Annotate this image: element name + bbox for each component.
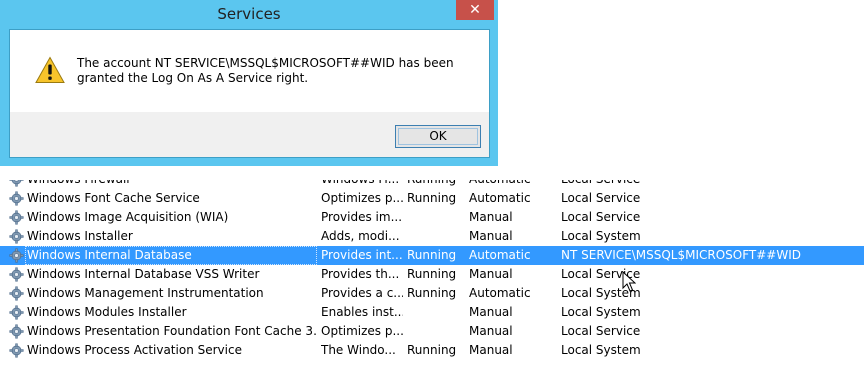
service-status: Running xyxy=(407,286,457,300)
service-startup-type: Manual xyxy=(469,343,513,357)
service-gear-icon xyxy=(9,227,25,244)
service-gear-icon xyxy=(9,303,25,320)
service-gear-icon xyxy=(9,208,25,225)
service-log-on-as: Local System xyxy=(561,229,641,243)
services-list[interactable]: Windows FirewallWindows Fi...RunningAuto… xyxy=(0,180,864,380)
dialog-message: The account NT SERVICE\MSSQL$MICROSOFT##… xyxy=(77,56,454,85)
service-log-on-as: Local System xyxy=(561,286,641,300)
service-gear-icon xyxy=(9,341,25,358)
service-description: Optimizes p... xyxy=(321,191,403,205)
service-description: Adds, modi... xyxy=(321,229,400,243)
ok-button[interactable]: OK xyxy=(395,125,481,148)
service-status: Running xyxy=(407,180,467,189)
service-name: Windows Process Activation Service xyxy=(27,343,242,357)
service-gear-icon xyxy=(9,265,25,282)
service-status: Running xyxy=(407,267,457,281)
service-startup-type: Manual xyxy=(469,229,513,243)
service-startup-type: Manual xyxy=(469,267,513,281)
service-startup-type: Manual xyxy=(469,305,513,319)
close-button[interactable]: ✕ xyxy=(456,0,494,20)
service-status: Running xyxy=(407,248,457,262)
service-name: Windows Modules Installer xyxy=(27,305,187,319)
service-name: Windows Firewall xyxy=(25,180,317,189)
service-startup-type: Automatic xyxy=(469,191,531,205)
service-row[interactable]: Windows Management Instrumentation Provid… xyxy=(0,284,864,303)
service-gear-icon xyxy=(9,180,25,187)
service-log-on-as: Local Service xyxy=(561,180,861,189)
service-name: Windows Font Cache Service xyxy=(27,191,200,205)
service-description: Windows Fi... xyxy=(321,180,403,189)
service-row[interactable]: Windows Process Activation Service The Wi… xyxy=(0,341,864,360)
service-row[interactable]: Windows Firewall Windows Fi... RunningAuto… xyxy=(0,180,864,189)
service-description: Provides im... xyxy=(321,210,403,224)
service-gear-icon xyxy=(9,322,25,339)
service-gear-icon xyxy=(9,189,25,206)
service-startup-type: Manual xyxy=(469,324,513,338)
service-row[interactable]: Windows Font Cache Service Optimizes p...… xyxy=(0,189,864,208)
service-startup-type: Automatic xyxy=(469,286,531,300)
service-row[interactable]: Windows Installer Adds, modi... Manual Loca… xyxy=(0,227,864,246)
service-description: Provides th... xyxy=(321,267,400,281)
service-log-on-as: Local Service xyxy=(561,267,641,281)
service-row[interactable]: Windows Internal Database VSS Writer Prov… xyxy=(0,265,864,284)
service-log-on-as: Local Service xyxy=(561,210,641,224)
services-dialog: Services ✕ The account NT SERVICE\MSSQL$… xyxy=(0,0,498,166)
service-log-on-as: Local System xyxy=(561,343,641,357)
service-description: Enables inst... xyxy=(321,305,403,319)
service-row[interactable]: Windows Presentation Foundation Font Cac… xyxy=(0,322,864,341)
service-gear-icon xyxy=(9,284,25,301)
service-name: Windows Internal Database xyxy=(25,246,317,265)
service-name: Windows Installer xyxy=(27,229,133,243)
service-description: The Windo... xyxy=(321,343,396,357)
service-log-on-as: Local Service xyxy=(561,191,641,205)
service-row[interactable]: Windows Image Acquisition (WIA) Provides … xyxy=(0,208,864,227)
service-log-on-as: Local System xyxy=(561,305,641,319)
dialog-client-area: The account NT SERVICE\MSSQL$MICROSOFT##… xyxy=(9,29,490,158)
service-description: Provides int... xyxy=(321,248,403,262)
service-startup-type: Manual xyxy=(469,210,513,224)
warning-icon xyxy=(35,56,65,83)
service-description: Optimizes p... xyxy=(321,324,403,338)
service-row[interactable]: Windows Internal Database Provides int...… xyxy=(0,246,864,265)
service-startup-type: Automatic xyxy=(469,248,531,262)
mouse-cursor-icon xyxy=(622,271,636,292)
dialog-title: Services xyxy=(217,5,281,23)
dialog-message-panel: The account NT SERVICE\MSSQL$MICROSOFT##… xyxy=(10,30,489,112)
service-row[interactable]: Windows Modules Installer Enables inst...… xyxy=(0,303,864,322)
service-gear-icon xyxy=(9,246,25,263)
service-status: Running xyxy=(407,343,457,357)
service-description: Provides a c... xyxy=(321,286,403,300)
service-status: Running xyxy=(407,191,457,205)
service-log-on-as: Local Service xyxy=(561,324,641,338)
service-name: Windows Internal Database VSS Writer xyxy=(27,267,260,281)
service-name: Windows Presentation Foundation Font Cac… xyxy=(27,324,317,338)
service-name: Windows Management Instrumentation xyxy=(27,286,264,300)
service-log-on-as: NT SERVICE\MSSQL$MICROSOFT##WID xyxy=(561,248,801,262)
service-startup-type: Automatic xyxy=(469,180,559,189)
service-name: Windows Image Acquisition (WIA) xyxy=(27,210,229,224)
